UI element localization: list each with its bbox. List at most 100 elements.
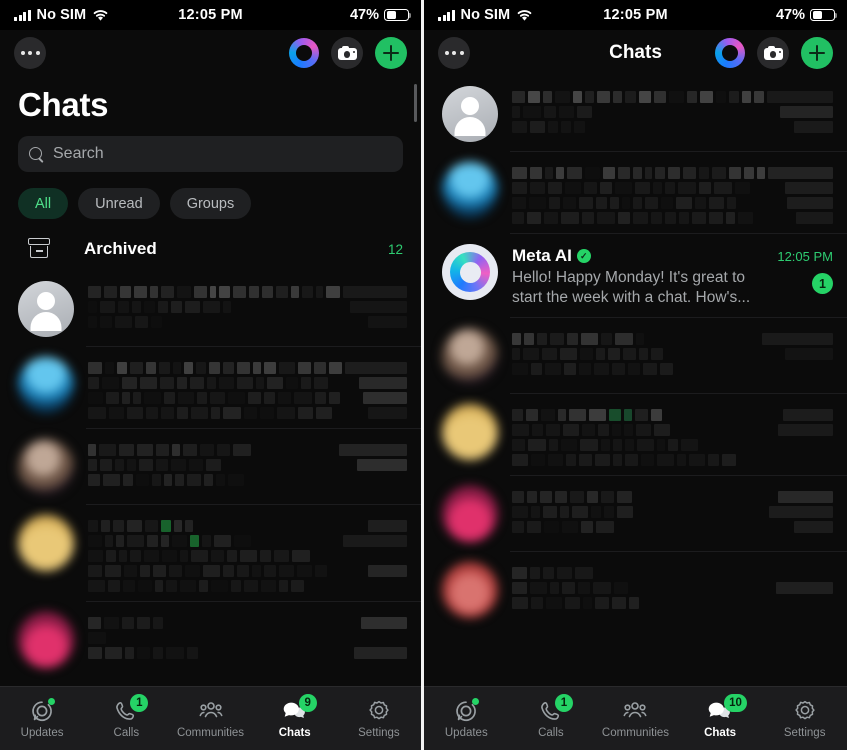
dual-screenshot-container: No SIM 12:05 PM 47% Chats Search All Unr… (0, 0, 847, 750)
tab-communities[interactable]: Communities (593, 698, 678, 739)
tab-updates[interactable]: Updates (0, 698, 84, 739)
more-options-button[interactable] (438, 37, 470, 69)
chat-row[interactable] (424, 476, 847, 552)
nav-actions-right (715, 37, 833, 69)
tab-communities[interactable]: Communities (168, 698, 252, 739)
redacted-text-line (88, 444, 407, 456)
chats-bubble-icon: 9 (281, 694, 317, 724)
battery-icon (384, 8, 412, 22)
redacted-text-line (88, 565, 407, 577)
tab-label: Settings (783, 727, 826, 739)
gear-icon (365, 698, 393, 724)
chat-row[interactable] (424, 552, 847, 628)
plus-icon (383, 45, 399, 61)
redacted-text-line (512, 596, 833, 609)
avatar (18, 515, 74, 571)
contact-name: Meta AI ✓ (512, 246, 591, 266)
redacted-text-line (512, 197, 833, 209)
chat-row[interactable] (424, 394, 847, 476)
scrollbar[interactable] (414, 84, 417, 122)
message-preview: Hello! Happy Monday! It's great to start… (512, 269, 751, 306)
tab-chats[interactable]: 9 Chats (253, 694, 337, 739)
camera-button[interactable] (757, 37, 789, 69)
contact-name-text: Meta AI (512, 246, 572, 265)
avatar-meta-ai (442, 244, 498, 300)
status-bar-right: No SIM 12:05 PM 47% (424, 0, 847, 30)
new-chat-button[interactable] (801, 37, 833, 69)
chat-row[interactable] (424, 76, 847, 152)
redacted-text-line (512, 520, 833, 533)
status-bar-right-group: 47% (350, 7, 412, 23)
chat-row-header: Meta AI ✓ 12:05 PM (512, 246, 833, 266)
tab-calls[interactable]: 1 Calls (84, 694, 168, 739)
right-phone-screen: No SIM 12:05 PM 47% Chats Meta AI ✓ 12:0… (424, 0, 847, 750)
filter-pill-unread[interactable]: Unread (78, 188, 160, 219)
communities-icon (197, 698, 225, 724)
redacted-text-line (512, 167, 833, 179)
search-input[interactable]: Search (18, 136, 403, 172)
filter-pill-groups[interactable]: Groups (169, 188, 252, 219)
chat-list-left (0, 271, 421, 678)
more-options-button[interactable] (14, 37, 46, 69)
chat-row-meta-ai[interactable]: Meta AI ✓ 12:05 PM Hello! Happy Monday! … (424, 234, 847, 318)
avatar (442, 86, 498, 142)
chat-filter-pills: All Unread Groups (0, 172, 421, 229)
tab-label: Updates (20, 727, 64, 739)
carrier-label: No SIM (460, 7, 511, 23)
redacted-text-line (512, 212, 833, 224)
new-chat-button[interactable] (375, 37, 407, 69)
redacted-text-line (512, 347, 833, 360)
chat-row[interactable] (0, 271, 421, 347)
meta-ai-ring-icon[interactable] (289, 38, 319, 68)
status-bar-left-group: No SIM (14, 7, 109, 23)
archive-box-icon (28, 237, 54, 261)
verified-badge-icon: ✓ (576, 249, 591, 263)
chat-row[interactable] (0, 347, 421, 429)
camera-button[interactable] (331, 37, 363, 69)
calls-badge: 1 (130, 694, 149, 712)
avatar (18, 439, 74, 495)
tab-updates[interactable]: Updates (424, 698, 509, 739)
status-bar-left-group: No SIM (438, 7, 533, 23)
filter-pill-all[interactable]: All (18, 188, 69, 219)
redacted-text-line (88, 316, 407, 328)
archived-count: 12 (387, 241, 403, 257)
chat-row[interactable] (424, 318, 847, 394)
calls-badge: 1 (554, 694, 573, 712)
redacted-text-line (512, 566, 833, 579)
avatar (18, 281, 74, 337)
chat-row[interactable] (0, 429, 421, 505)
tab-label: Updates (444, 727, 488, 739)
gear-icon (791, 698, 819, 724)
battery-icon (810, 8, 838, 22)
chat-row[interactable] (0, 602, 421, 678)
nav-actions-left (289, 37, 407, 69)
avatar (18, 612, 74, 668)
chat-content: Meta AI ✓ 12:05 PM Hello! Happy Monday! … (498, 244, 833, 308)
redacted-text-line (88, 301, 407, 313)
redacted-text-line (512, 453, 833, 466)
tab-label: Calls (113, 727, 140, 739)
signal-bars-icon (14, 9, 31, 21)
chat-timestamp: 12:05 PM (777, 249, 833, 264)
search-placeholder: Search (53, 145, 104, 162)
tab-calls[interactable]: 1 Calls (509, 694, 594, 739)
redacted-text-line (512, 332, 833, 345)
avatar (442, 403, 498, 460)
status-bar-left: No SIM 12:05 PM 47% (0, 0, 421, 30)
redacted-chat-content (498, 162, 833, 224)
tab-settings[interactable]: Settings (337, 698, 421, 739)
redacted-text-line (88, 459, 407, 471)
tab-chats[interactable]: 10 Chats (678, 694, 763, 739)
updates-icon (452, 698, 480, 724)
status-bar-right-group: 47% (776, 7, 838, 23)
chat-row[interactable] (424, 152, 847, 234)
redacted-text-line (512, 362, 833, 375)
chat-row[interactable] (0, 505, 421, 602)
tab-settings[interactable]: Settings (762, 698, 847, 739)
redacted-text-line (88, 286, 408, 298)
chats-badge: 10 (724, 694, 747, 712)
archived-row[interactable]: Archived 12 (0, 229, 421, 271)
meta-ai-ring-icon[interactable] (715, 38, 745, 68)
communities-icon (621, 698, 649, 724)
